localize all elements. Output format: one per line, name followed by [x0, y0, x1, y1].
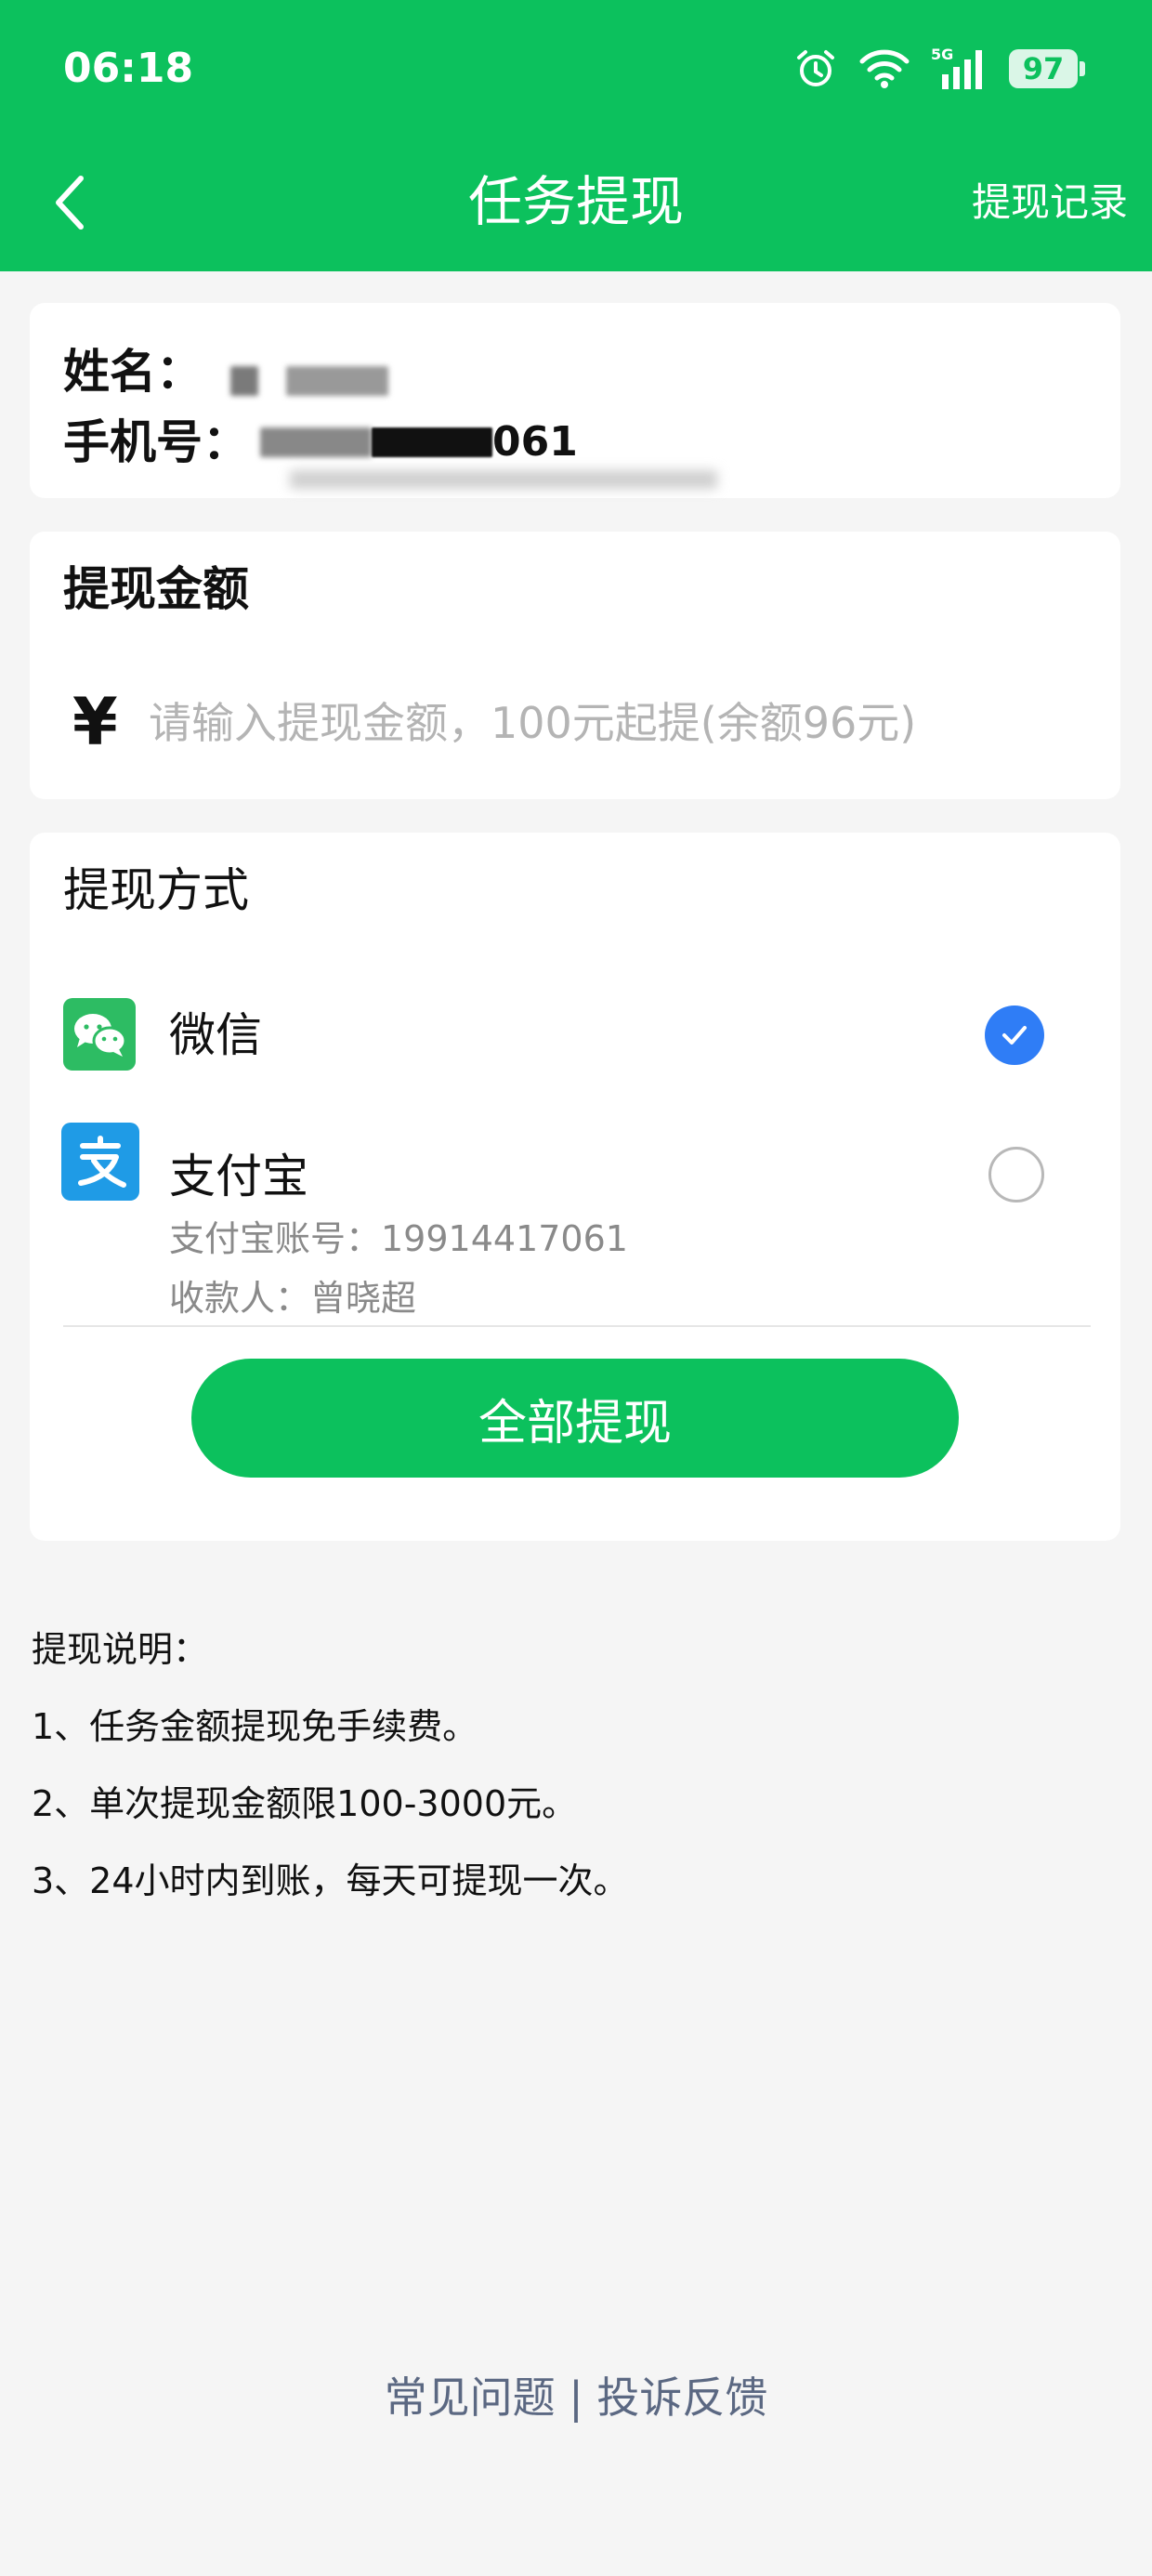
notes-title: 提现说明：	[32, 1629, 209, 1670]
note-item: 2、单次提现金额限100-3000元。	[32, 1783, 578, 1824]
withdraw-notes: 提现说明： 1、任务金额提现免手续费。 2、单次提现金额限100-3000元。 …	[32, 1624, 629, 1933]
name-redaction	[230, 366, 258, 396]
phone-redaction	[260, 427, 372, 457]
battery-icon: 97	[1009, 49, 1085, 88]
user-info-card: 姓名： 手机号： 061	[30, 303, 1120, 498]
phone-suffix: 061	[492, 418, 578, 466]
amount-card: 提现金额 ¥	[30, 532, 1120, 799]
alarm-icon	[793, 46, 838, 91]
withdraw-all-button[interactable]: 全部提现	[191, 1359, 959, 1478]
wechat-label: 微信	[169, 1008, 262, 1062]
name-redaction	[286, 366, 388, 396]
network-type: 5G	[931, 46, 953, 63]
header: 06:18 5G 97 任务提现 提现记录	[0, 0, 1152, 271]
currency-symbol: ¥	[72, 684, 118, 760]
footer-links: 常见问题 | 投诉反馈	[0, 2368, 1152, 2427]
status-time: 06:18	[63, 45, 194, 92]
amount-title: 提现金额	[63, 562, 249, 616]
wechat-radio-checked[interactable]	[985, 1005, 1044, 1065]
status-icons: 5G 97	[793, 41, 1085, 97]
alipay-account: 支付宝账号：19914417061	[169, 1218, 628, 1259]
name-label: 姓名：	[63, 345, 203, 399]
withdraw-history-link[interactable]: 提现记录	[972, 175, 1128, 230]
note-item: 1、任务金额提现免手续费。	[32, 1706, 478, 1747]
divider	[63, 1325, 1091, 1327]
withdraw-method-card: 提现方式 微信 支付宝 支付宝账号：19914417061 收款人：曾晓超 全部…	[30, 833, 1120, 1541]
alipay-label: 支付宝	[169, 1150, 308, 1203]
amount-input[interactable]	[149, 690, 1078, 756]
footer-separator: |	[569, 2372, 583, 2423]
wechat-icon	[63, 998, 136, 1071]
method-title: 提现方式	[63, 863, 249, 917]
phone-label: 手机号：	[63, 415, 249, 469]
alipay-payee: 收款人：曾晓超	[169, 1278, 417, 1319]
phone-redaction	[372, 427, 492, 457]
signal-icon: 5G	[931, 46, 988, 91]
alipay-icon	[61, 1123, 139, 1201]
wifi-icon	[858, 48, 910, 89]
note-item: 3、24小时内到账，每天可提现一次。	[32, 1860, 629, 1901]
faq-link[interactable]: 常见问题	[385, 2372, 556, 2423]
phone-redaction-shadow	[290, 470, 717, 489]
alipay-radio[interactable]	[988, 1147, 1044, 1203]
checkmark-icon	[1002, 1026, 1027, 1045]
complaint-link[interactable]: 投诉反馈	[596, 2372, 767, 2423]
